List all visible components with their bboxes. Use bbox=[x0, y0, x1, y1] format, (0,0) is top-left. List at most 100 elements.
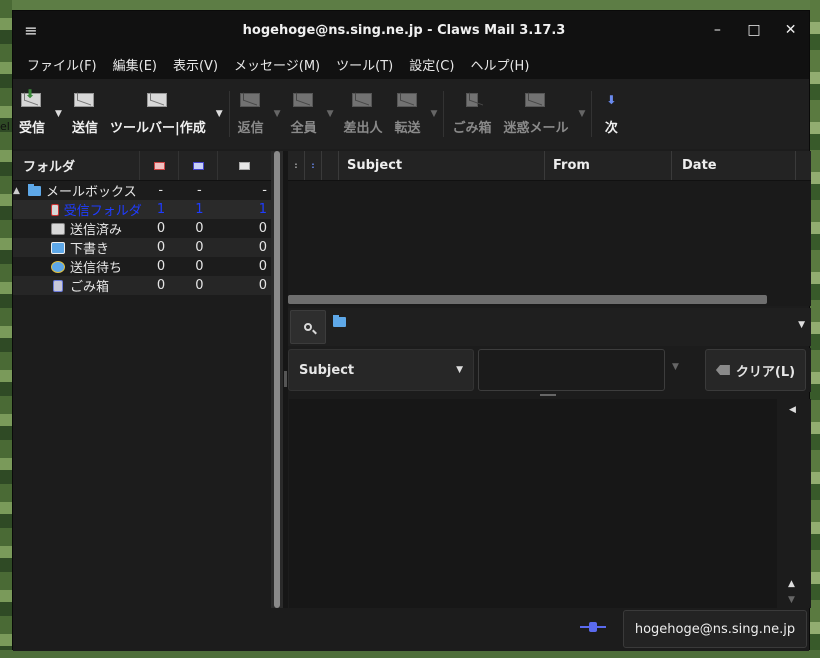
mark-column-header[interactable]: : bbox=[288, 151, 305, 180]
collapse-icon[interactable]: ◀ bbox=[789, 405, 796, 415]
total-count: 0 bbox=[258, 221, 267, 236]
folder-row-inbox[interactable]: 受信フォルダ 1 1 1 bbox=[13, 200, 271, 219]
attachment-column-header[interactable] bbox=[322, 151, 339, 180]
scroll-down-icon[interactable]: ▼ bbox=[788, 595, 795, 605]
search-input[interactable] bbox=[478, 349, 665, 391]
folder-scrollbar[interactable] bbox=[271, 151, 283, 608]
folder-column-header[interactable]: フォルダ bbox=[13, 151, 140, 180]
next-button[interactable]: ⬇ 次 bbox=[594, 79, 628, 149]
menu-edit[interactable]: 編集(E) bbox=[105, 55, 165, 74]
reply-dropdown[interactable]: ▼ bbox=[270, 79, 285, 149]
unread-count: 0 bbox=[195, 259, 204, 274]
folder-name: ごみ箱 bbox=[70, 280, 110, 295]
menu-tools[interactable]: ツール(T) bbox=[328, 55, 401, 74]
new-count: 0 bbox=[156, 278, 166, 293]
menu-file[interactable]: ファイル(F) bbox=[19, 55, 105, 74]
folder-row-mailbox[interactable]: ▲ メールボックス - - - bbox=[13, 181, 271, 200]
trash-bin-icon bbox=[53, 279, 63, 292]
folder-name: 送信待ち bbox=[70, 261, 123, 276]
new-count: - bbox=[158, 183, 164, 198]
folder-row-queue[interactable]: 送信待ち 0 0 0 bbox=[13, 257, 271, 276]
menu-view[interactable]: 表示(V) bbox=[165, 55, 226, 74]
menu-help[interactable]: ヘルプ(H) bbox=[462, 55, 537, 74]
compose-label: ツールバー|作成 bbox=[109, 120, 206, 136]
pane-grip-handle[interactable] bbox=[284, 371, 287, 387]
sent-icon bbox=[51, 222, 65, 235]
window-menu-button[interactable]: ≡ bbox=[13, 21, 49, 40]
more-columns-icon[interactable] bbox=[796, 151, 806, 180]
message-list-hscrollbar[interactable] bbox=[288, 295, 767, 304]
toolbar-separator bbox=[443, 91, 445, 137]
folder-row-drafts[interactable]: 下書き 0 0 0 bbox=[13, 238, 271, 257]
folder-row-sent[interactable]: 送信済み 0 0 0 bbox=[13, 219, 271, 238]
spam-dropdown[interactable]: ▼ bbox=[574, 79, 589, 149]
total-count: 1 bbox=[258, 202, 267, 217]
search-history-dropdown[interactable]: ▼ bbox=[672, 362, 679, 372]
search-type-select[interactable]: Subject ▼ bbox=[288, 349, 474, 391]
reply-all-dropdown[interactable]: ▼ bbox=[323, 79, 338, 149]
unread-column-header[interactable]: : bbox=[305, 151, 322, 180]
reply-icon bbox=[239, 92, 262, 111]
total-count: 0 bbox=[258, 278, 267, 293]
search-toggle-button[interactable] bbox=[290, 310, 326, 344]
forward-button[interactable]: 転送 bbox=[389, 79, 427, 149]
total-mail-icon bbox=[239, 161, 250, 170]
new-count: 0 bbox=[156, 240, 166, 255]
reply-sender-icon bbox=[352, 92, 374, 111]
reply-button[interactable]: 返信 bbox=[232, 79, 270, 149]
receive-dropdown[interactable]: ▼ bbox=[51, 79, 66, 149]
new-count: 0 bbox=[156, 221, 166, 236]
from-column-header[interactable]: From bbox=[545, 151, 672, 180]
desktop-left bbox=[0, 0, 12, 658]
receive-label: 受信 bbox=[19, 120, 46, 136]
unread-count: 0 bbox=[195, 278, 204, 293]
folder-row-trash[interactable]: ごみ箱 0 0 0 bbox=[13, 276, 271, 295]
account-selector-button[interactable]: hogehoge@ns.sing.ne.jp bbox=[623, 610, 807, 648]
maximize-button[interactable]: □ bbox=[742, 22, 766, 38]
subject-column-header[interactable]: Subject bbox=[339, 151, 545, 180]
trash-button[interactable]: ごみ箱 bbox=[446, 79, 497, 149]
minimize-button[interactable]: – bbox=[705, 22, 729, 38]
reply-sender-button[interactable]: 差出人 bbox=[338, 79, 389, 149]
spam-button[interactable]: 迷惑メール bbox=[497, 79, 574, 149]
online-status-icon[interactable] bbox=[580, 622, 606, 632]
compose-icon bbox=[146, 92, 169, 111]
reply-label: 返信 bbox=[237, 120, 264, 136]
new-mail-icon bbox=[153, 161, 165, 170]
send-button[interactable]: 送信 bbox=[66, 79, 104, 149]
menu-settings[interactable]: 設定(C) bbox=[401, 55, 462, 74]
spam-label: 迷惑メール bbox=[503, 120, 569, 136]
total-count: - bbox=[262, 183, 267, 198]
splitter-grip[interactable] bbox=[540, 394, 556, 396]
search-filter-row: Subject ▼ ▼ クリア(L) bbox=[288, 348, 811, 392]
desktop-top bbox=[0, 0, 820, 10]
compose-dropdown[interactable]: ▼ bbox=[212, 79, 227, 149]
expander-icon[interactable]: ▲ bbox=[13, 186, 23, 196]
folder-name: メールボックス bbox=[46, 185, 137, 200]
trash-icon bbox=[461, 92, 483, 111]
total-column-header[interactable] bbox=[218, 151, 271, 180]
clear-button[interactable]: クリア(L) bbox=[705, 349, 806, 391]
next-label: 次 bbox=[604, 120, 618, 136]
toolbar-separator bbox=[228, 91, 230, 137]
new-column-header[interactable] bbox=[140, 151, 179, 180]
desktop-text-fragment: el bbox=[0, 120, 10, 133]
menu-message[interactable]: メッセージ(M) bbox=[226, 55, 328, 74]
unread-column-header[interactable] bbox=[179, 151, 218, 180]
forward-dropdown[interactable]: ▼ bbox=[427, 79, 442, 149]
forward-icon bbox=[396, 92, 419, 111]
receive-button[interactable]: ⬇ 受信 bbox=[13, 79, 51, 149]
message-view-scrollbar[interactable]: ◀ ▲ ▼ bbox=[777, 399, 811, 608]
compose-button[interactable]: ツールバー|作成 bbox=[104, 79, 212, 149]
message-view bbox=[289, 399, 777, 608]
folder-icon[interactable] bbox=[333, 315, 346, 327]
total-count: 0 bbox=[258, 259, 267, 274]
menu-bar: ファイル(F) 編集(E) 表示(V) メッセージ(M) ツール(T) 設定(C… bbox=[13, 49, 809, 79]
reply-all-button[interactable]: 全員 bbox=[285, 79, 323, 149]
folder-name: 受信フォルダ bbox=[63, 204, 142, 219]
date-column-header[interactable]: Date bbox=[672, 151, 796, 180]
scroll-up-icon[interactable]: ▲ bbox=[788, 579, 795, 589]
search-options-dropdown[interactable]: ▼ bbox=[798, 320, 805, 330]
receive-icon: ⬇ bbox=[21, 87, 43, 111]
close-button[interactable]: ✕ bbox=[779, 22, 803, 38]
